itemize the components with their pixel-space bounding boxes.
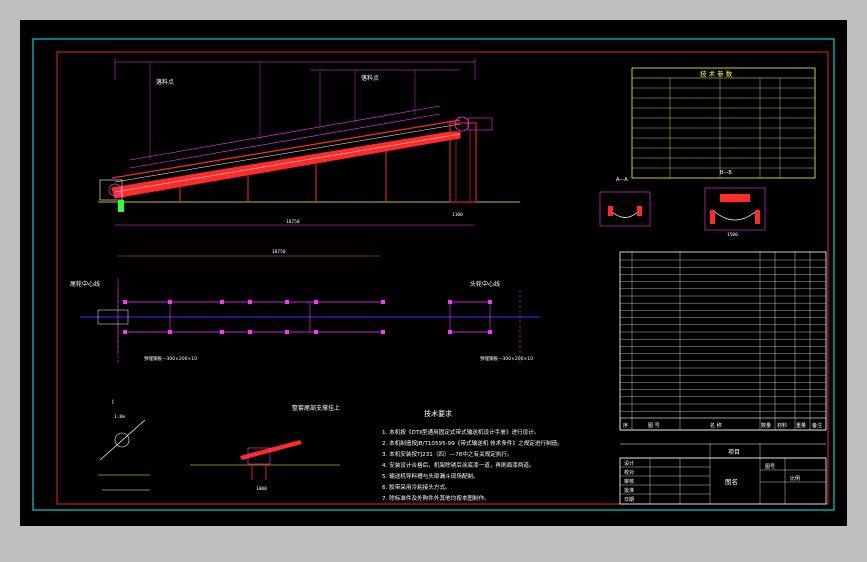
- title-row-0: 设计: [624, 460, 634, 467]
- notes-title: 技术要求: [424, 409, 452, 418]
- mat-header-6: 备注: [812, 422, 822, 429]
- title-row-4: 日期: [624, 497, 634, 503]
- cad-drawing: 落料点 落料点 1100 18750 尾轮中心线 头轮中心线 18750 预埋钢…: [32, 38, 835, 511]
- head-center-label: 头轮中心线: [470, 280, 500, 288]
- detail-ii: 整套尾部支撑挂上 1000: [190, 404, 340, 492]
- title-row-2: 审核: [624, 478, 634, 485]
- note-1: 1. 本机按《DTⅡ型通用固定式带式输送机设计手册》进行设计。: [382, 428, 539, 436]
- note-2: 2. 本机制造按JB/T10595-99《带式输送机 技术条件》之规定进行制造。: [382, 439, 563, 447]
- note-7: 7. 除标准件及外购件外其他均按本图制作。: [382, 494, 490, 502]
- elevation-view: 落料点 落料点 1100 18750: [98, 58, 520, 226]
- title-block: 项目 图名 图号 比例 设计 校对 审核 批准 日期: [619, 443, 827, 505]
- section-dim: 1500: [727, 232, 738, 238]
- detail-dim-small-1: 1.8m: [114, 414, 125, 420]
- mat-header-3: 数量: [761, 422, 771, 429]
- elevation-dim-bottom: 18750: [286, 219, 300, 225]
- section-label-b: B—B: [720, 170, 732, 176]
- title-scale: 比例: [790, 475, 800, 482]
- plan-total-dimension: 18750: [272, 249, 286, 255]
- plan-view: 尾轮中心线 头轮中心线 18750 预埋钢板—300×200×10 预埋钢板—3…: [70, 249, 540, 365]
- title-sheet: 图号: [765, 464, 775, 470]
- elevation-label-left: 落料点: [156, 78, 174, 86]
- material-list-table: 序 图 号 名 称 数量 材料 重量 备注: [619, 251, 827, 431]
- mat-header-2: 名 称: [710, 422, 722, 429]
- cad-viewport[interactable]: 落料点 落料点 1100 18750 尾轮中心线 头轮中心线 18750 预埋钢…: [20, 20, 847, 526]
- title-project: 项目: [728, 449, 740, 456]
- title-row-1: 校对: [624, 469, 634, 476]
- detail-dim-large: 1000: [256, 486, 267, 492]
- material-header: 序 图 号 名 称 数量 材料 重量 备注: [623, 422, 822, 429]
- plan-note-right: 预埋钢板—300×200×10: [480, 355, 533, 362]
- note-6: 6. 胶带采用冷粘接头方式。: [382, 483, 451, 491]
- detail-i: I 1.8m: [98, 399, 150, 491]
- elevation-label-right: 落料点: [361, 74, 379, 82]
- section-views: A—A B—B 1500: [599, 170, 766, 238]
- tech-notes: 技术要求 1. 本机按《DTⅡ型通用固定式带式输送机设计手册》进行设计。 2. …: [382, 409, 563, 502]
- note-3: 3. 本机安装按TJ231（四）—78中之有关规定执行。: [382, 450, 513, 458]
- inner-border: [56, 51, 829, 505]
- plan-note-left: 预埋钢板—300×200×10: [144, 355, 197, 362]
- tech-params-table: 技 术 参 数: [631, 67, 816, 179]
- section-label-a: A—A: [616, 177, 628, 183]
- mat-header-1: 图 号: [648, 423, 660, 429]
- note-4: 4. 安装设计合格后，机架除锈后涂底漆一道，再刷面漆两道。: [382, 461, 535, 469]
- title-row-3: 批准: [624, 487, 634, 494]
- elevation-dim-height: 1100: [452, 212, 463, 218]
- mat-header-5: 重量: [796, 422, 806, 429]
- title-drawing-name: 图名: [725, 477, 738, 486]
- tail-center-label: 尾轮中心线: [70, 280, 100, 288]
- mat-header-4: 材料: [777, 422, 787, 429]
- mat-header-0: 序: [623, 422, 628, 429]
- note-5: 5. 输送机导料槽与头部漏斗现场配制。: [382, 472, 479, 480]
- detail-label-1: I: [112, 399, 114, 406]
- detail-label-3: 整套尾部支撑挂上: [292, 404, 340, 412]
- tech-params-title: 技 术 参 数: [700, 69, 733, 78]
